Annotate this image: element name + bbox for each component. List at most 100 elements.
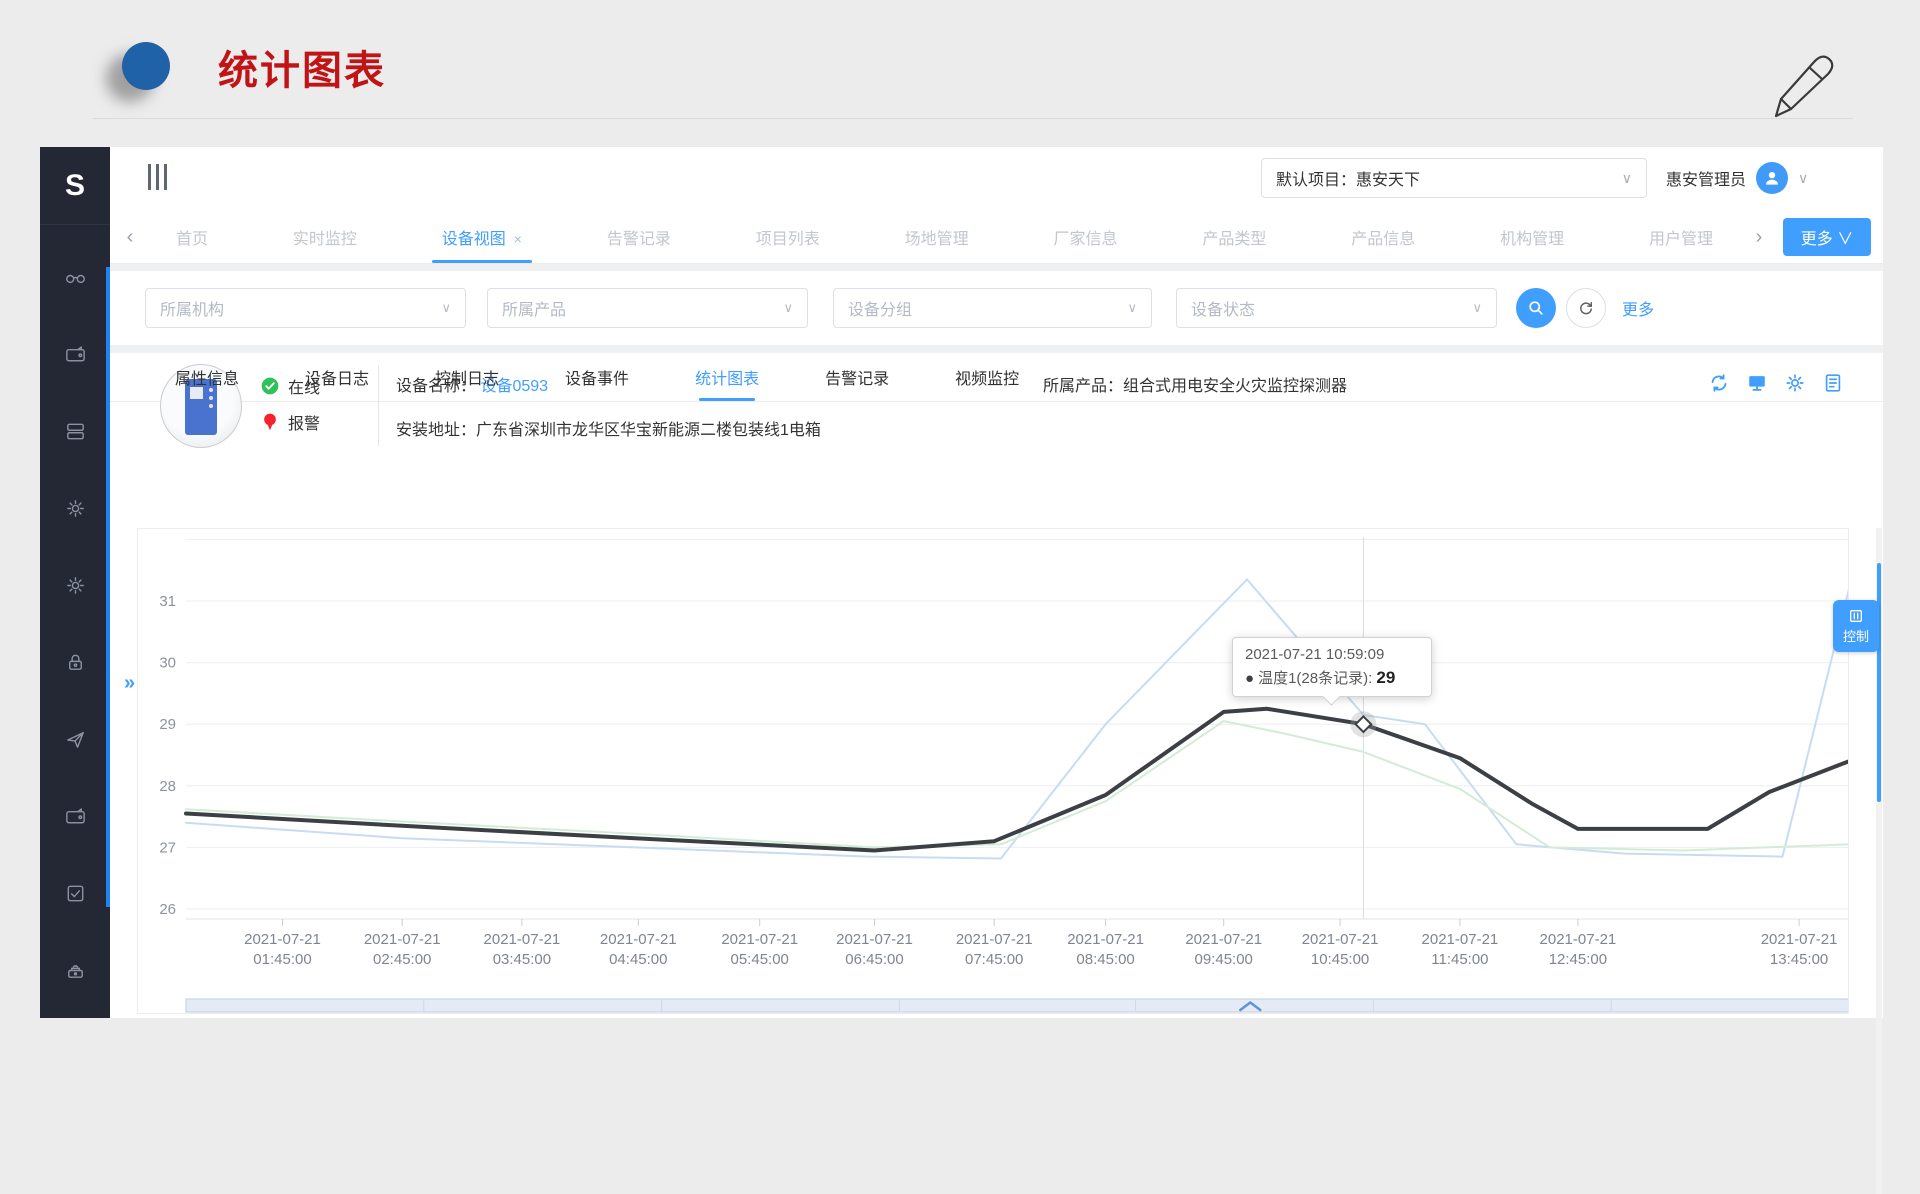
close-tab-icon[interactable]: × <box>514 231 522 247</box>
chart-tooltip: 2021-07-21 10:59:09 ●温度1(28条记录): 29 <box>1232 637 1432 697</box>
project-select-value: 默认项目：惠安天下 <box>1276 166 1420 190</box>
device-address-row: 安装地址：广东省深圳市龙华区华宝新能源二楼包装线1电箱 <box>396 416 821 440</box>
control-button[interactable]: 控制 <box>1833 600 1879 652</box>
svg-text:10:45:00: 10:45:00 <box>1311 951 1369 968</box>
chevron-down-icon: ∨ <box>1127 300 1137 316</box>
svg-text:2021-07-21: 2021-07-21 <box>600 931 677 948</box>
sidebar-item-lock[interactable] <box>40 624 110 701</box>
detail-tab[interactable]: 属性信息 <box>175 353 239 401</box>
chevron-down-icon: ∨ <box>1622 170 1632 187</box>
app-logo: S <box>40 147 110 225</box>
top-header: 默认项目：惠安天下 ∨ 惠安管理员 ∨ <box>110 147 1883 211</box>
org-select[interactable]: 所属机构∨ <box>145 288 466 328</box>
refresh-button[interactable] <box>1566 288 1606 328</box>
sidebar-item-wallet[interactable] <box>40 778 110 855</box>
control-button-label: 控制 <box>1843 626 1869 645</box>
svg-text:28: 28 <box>159 778 176 795</box>
device-product-row: 所属产品：组合式用电安全火灾监控探测器 <box>1043 372 1347 396</box>
group-select[interactable]: 设备分组∨ <box>833 288 1152 328</box>
detail-tab[interactable]: 设备事件 <box>565 353 629 401</box>
more-filters-link[interactable]: 更多 <box>1622 296 1654 320</box>
svg-text:29: 29 <box>159 716 176 733</box>
user-name: 惠安管理员 <box>1666 166 1746 190</box>
svg-text:30: 30 <box>159 655 176 672</box>
search-icon <box>1526 298 1546 318</box>
nav-tabs: 首页 实时监控 设备视图× 告警记录 项目列表 场地管理 厂家信息 产品类型 产品信息 机构管理 用… <box>150 211 1739 263</box>
search-button[interactable] <box>1516 288 1556 328</box>
rows-icon <box>64 420 87 443</box>
chart-card: 2627282930312021-07-2101:45:002021-07-21… <box>137 528 1849 1014</box>
sidebar-item-rows[interactable] <box>40 393 110 470</box>
nav-tab[interactable]: 项目列表 <box>752 211 824 263</box>
title-divider <box>93 118 1853 119</box>
nav-tab[interactable]: 设备视图× <box>438 211 526 263</box>
detail-tab[interactable]: 告警记录 <box>825 353 889 401</box>
device-address-value: 广东省深圳市龙华区华宝新能源二楼包装线1电箱 <box>476 422 821 439</box>
control-panel-icon <box>1848 608 1864 624</box>
nav-tab[interactable]: 首页 <box>172 211 212 263</box>
tabs-next-icon[interactable]: › <box>1739 226 1779 249</box>
scrollbar-thumb[interactable] <box>1877 563 1881 802</box>
tooltip-time: 2021-07-21 10:59:09 <box>1245 646 1419 663</box>
svg-text:2021-07-21: 2021-07-21 <box>1185 931 1262 948</box>
gear-icon[interactable] <box>1784 372 1806 394</box>
svg-text:31: 31 <box>159 593 176 610</box>
expand-panel-icon[interactable]: » <box>124 672 135 695</box>
temperature-line-chart[interactable]: 2627282930312021-07-2101:45:002021-07-21… <box>138 529 1848 1013</box>
more-tabs-button[interactable]: 更多 ∨ <box>1783 218 1871 256</box>
list-icon[interactable] <box>1822 372 1844 394</box>
device-toolbar <box>1708 372 1844 394</box>
detail-tab[interactable]: 视频监控 <box>955 353 1019 401</box>
online-check-icon <box>260 376 280 396</box>
tabs-prev-icon[interactable]: ‹ <box>110 226 150 249</box>
series-dot: ● <box>1245 670 1254 687</box>
svg-text:2021-07-21: 2021-07-21 <box>956 931 1033 948</box>
svg-text:2021-07-21: 2021-07-21 <box>484 931 561 948</box>
nav-tab[interactable]: 产品类型 <box>1198 211 1270 263</box>
nav-tab[interactable]: 机构管理 <box>1496 211 1568 263</box>
nav-tab[interactable]: 厂家信息 <box>1049 211 1121 263</box>
refresh-icon <box>1577 299 1595 317</box>
title-bullet-dot <box>122 42 170 90</box>
sidebar-item-gear[interactable] <box>40 470 110 547</box>
detail-tab-bar: 属性信息 设备日志 控制日志 设备事件 统计图表 告警记录 视频监控 <box>110 352 1883 402</box>
nav-tab[interactable]: 用户管理 <box>1645 211 1717 263</box>
device-detail-card: 在线 报警 设备名称： 设备0593 安装地址：广东省深圳市龙华区华宝新能源二楼… <box>110 352 1883 1018</box>
avatar <box>1756 162 1788 194</box>
chevron-down-icon: ∨ <box>1472 300 1482 316</box>
svg-text:07:45:00: 07:45:00 <box>965 951 1023 968</box>
gear-icon <box>64 497 87 520</box>
sync-icon[interactable] <box>1708 372 1730 394</box>
svg-text:2021-07-21: 2021-07-21 <box>364 931 441 948</box>
sidebar-item-gear[interactable] <box>40 547 110 624</box>
send-icon <box>64 728 87 751</box>
nav-tab[interactable]: 告警记录 <box>603 211 675 263</box>
checkbox-icon <box>64 882 87 905</box>
nav-tab[interactable]: 场地管理 <box>901 211 973 263</box>
product-select[interactable]: 所属产品∨ <box>487 288 808 328</box>
monitor-icon[interactable] <box>1746 372 1768 394</box>
nav-tab[interactable]: 实时监控 <box>289 211 361 263</box>
detail-tab[interactable]: 控制日志 <box>435 353 499 401</box>
project-select[interactable]: 默认项目：惠安天下 ∨ <box>1261 158 1647 198</box>
sidebar-item-wallet[interactable] <box>40 316 110 393</box>
svg-text:2021-07-21: 2021-07-21 <box>244 931 321 948</box>
svg-text:02:45:00: 02:45:00 <box>373 951 431 968</box>
user-menu[interactable]: 惠安管理员 ∨ <box>1666 158 1808 198</box>
svg-text:27: 27 <box>159 839 176 856</box>
sidebar-item-glasses[interactable] <box>40 239 110 316</box>
collapse-menu-icon[interactable] <box>148 164 167 190</box>
sidebar-item-checkbox[interactable] <box>40 855 110 932</box>
status-select[interactable]: 设备状态∨ <box>1176 288 1497 328</box>
nav-tab[interactable]: 产品信息 <box>1347 211 1419 263</box>
svg-text:11:45:00: 11:45:00 <box>1431 951 1488 968</box>
svg-text:2021-07-21: 2021-07-21 <box>1540 931 1617 948</box>
app-window: S 默认项目：惠安天下 ∨ 惠安管理员 ∨ ‹ 首页 实时监控 设备视图× 告警记录 项… <box>40 147 1883 1018</box>
detail-tab[interactable]: 设备日志 <box>305 353 369 401</box>
detail-tab[interactable]: 统计图表 <box>695 353 759 401</box>
nav-tab-bar: ‹ 首页 实时监控 设备视图× 告警记录 项目列表 场地管理 厂家信息 产品类型 产品信息 机构管… <box>110 211 1883 264</box>
alarm-icon <box>260 411 280 433</box>
sidebar-item-device[interactable] <box>40 932 110 1009</box>
sidebar-item-send[interactable] <box>40 701 110 778</box>
tooltip-series: 温度1(28条记录): <box>1258 670 1372 687</box>
